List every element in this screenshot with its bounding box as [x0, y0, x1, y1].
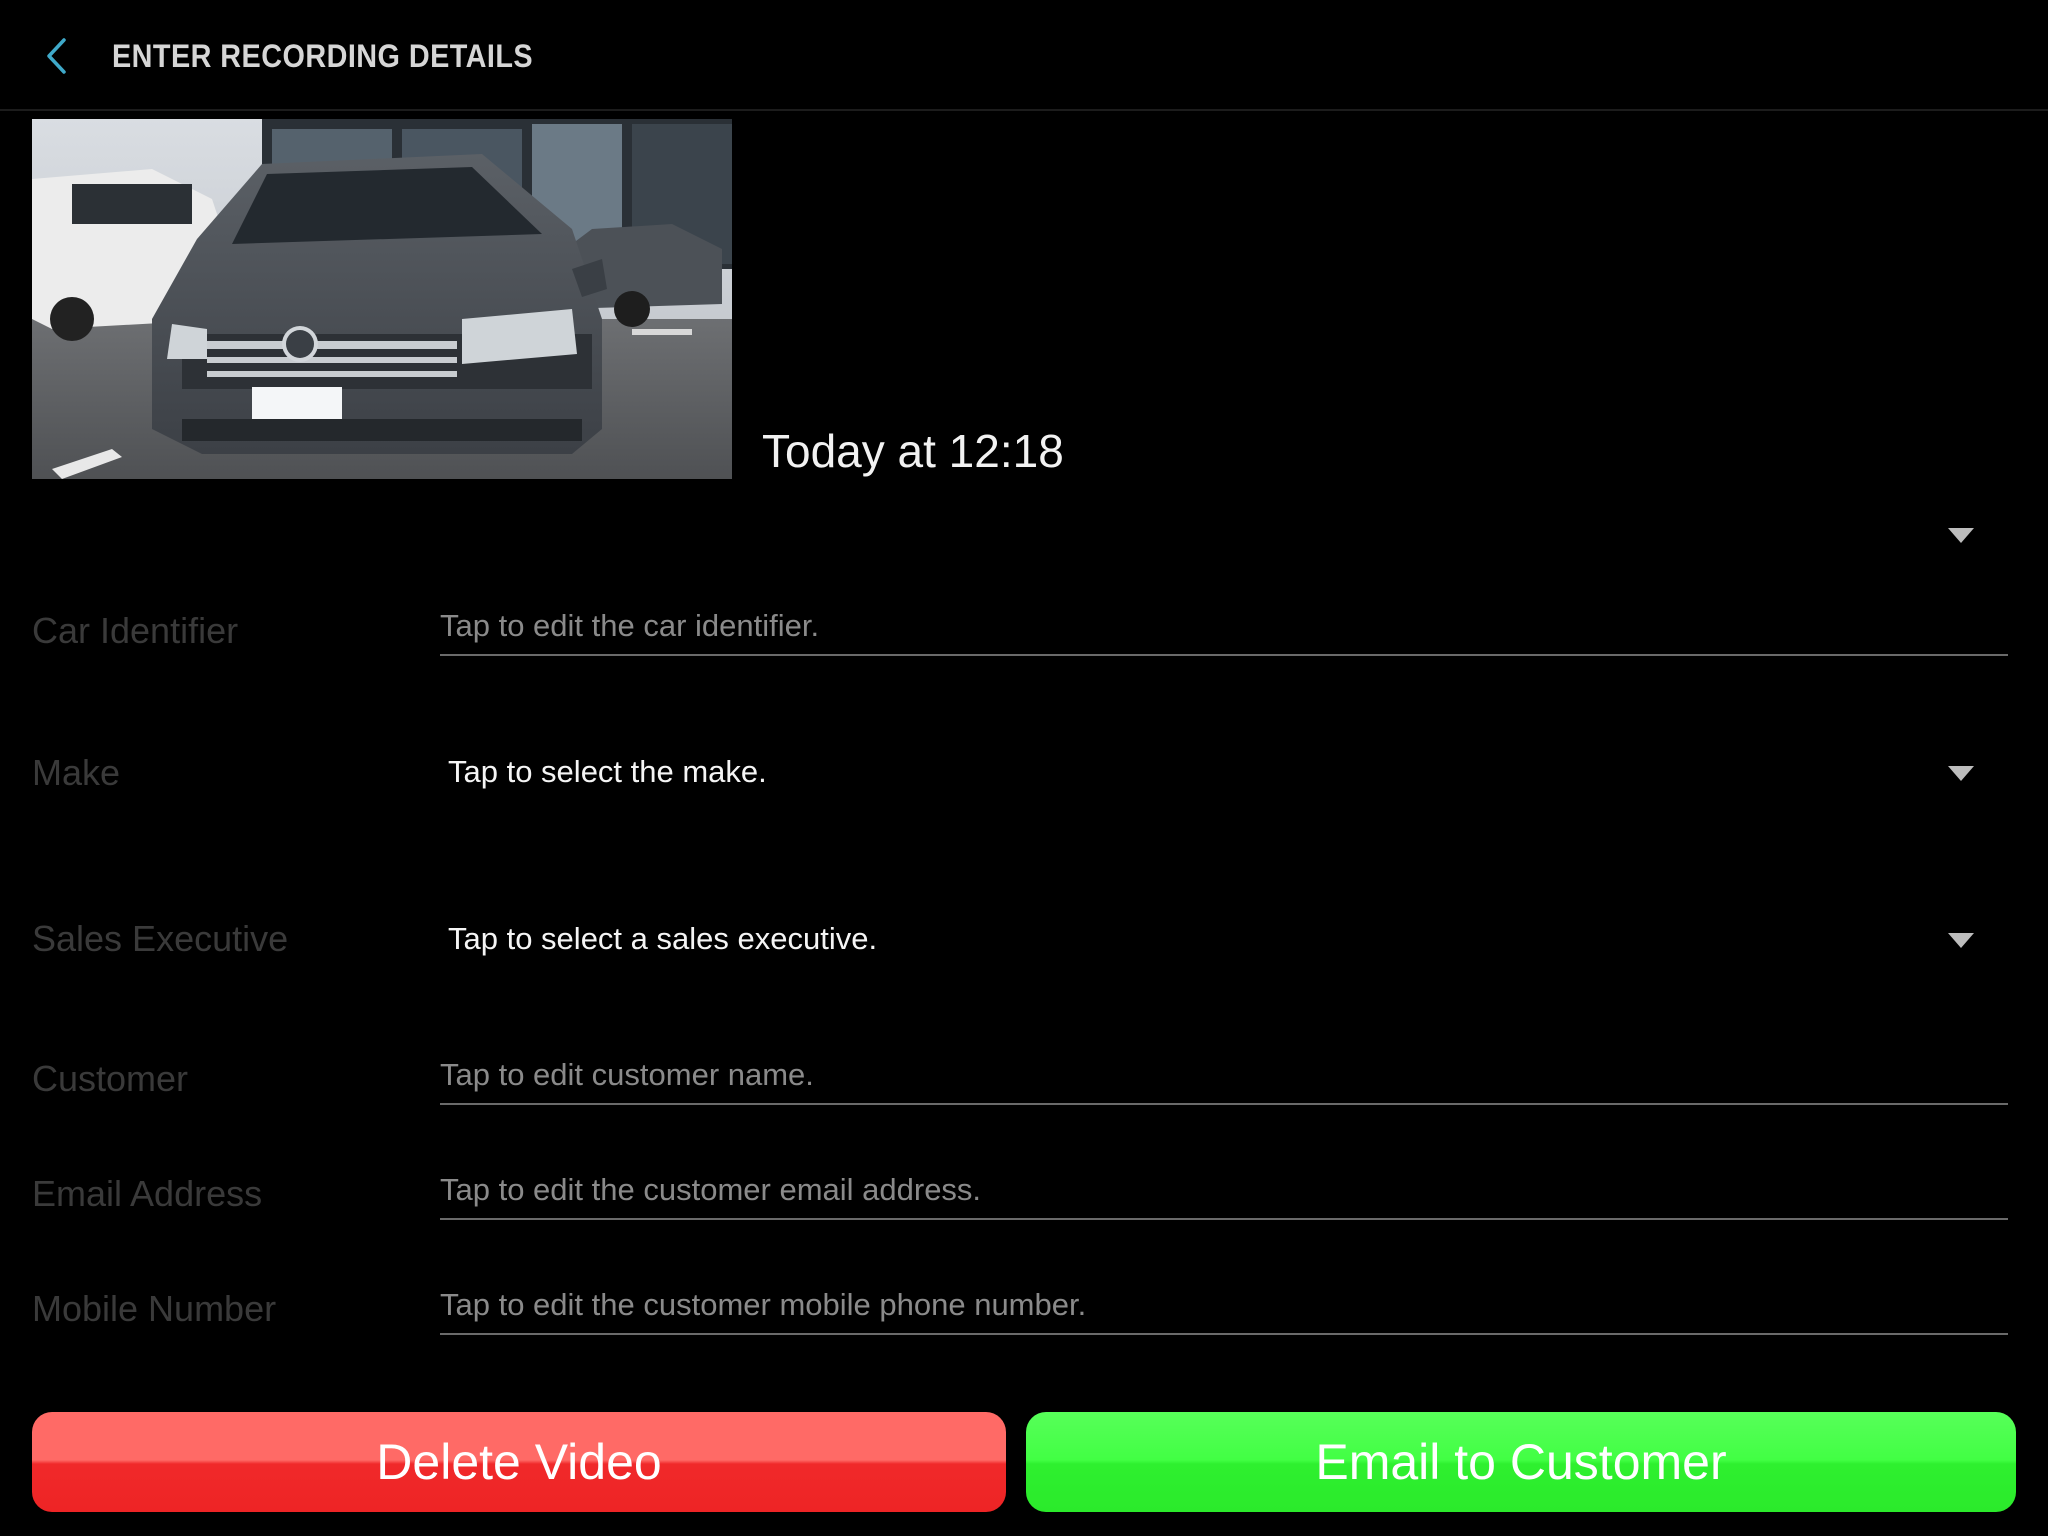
car-thumbnail-image	[32, 119, 732, 479]
details-expand-toggle[interactable]	[1948, 528, 1974, 543]
mobile-number-label: Mobile Number	[32, 1288, 277, 1329]
customer-label: Customer	[32, 1058, 189, 1099]
caret-down-icon	[1948, 528, 1974, 543]
delete-video-label: Delete Video	[376, 1434, 662, 1490]
back-button[interactable]	[34, 28, 78, 84]
email-address-label: Email Address	[32, 1173, 263, 1214]
customer-name-input[interactable]	[440, 1047, 2008, 1105]
app-header: ENTER RECORDING DETAILS	[0, 0, 2048, 111]
email-to-customer-label: Email to Customer	[1315, 1434, 1727, 1490]
email-address-input[interactable]	[440, 1162, 2008, 1220]
make-select[interactable]: Tap to select the make.	[440, 738, 2008, 808]
recording-timestamp: Today at 12:18	[762, 425, 1064, 477]
car-identifier-label: Car Identifier	[32, 610, 239, 651]
car-identifier-input[interactable]	[440, 598, 2008, 656]
sales-executive-label: Sales Executive	[32, 918, 289, 959]
email-to-customer-button[interactable]: Email to Customer	[1026, 1412, 2016, 1512]
delete-video-button[interactable]: Delete Video	[32, 1412, 1006, 1512]
sales-executive-select-value: Tap to select a sales executive.	[448, 921, 878, 956]
sales-executive-select[interactable]: Tap to select a sales executive.	[440, 905, 2008, 975]
page-title: ENTER RECORDING DETAILS	[112, 38, 534, 74]
chevron-left-icon	[47, 38, 66, 74]
caret-down-icon	[1948, 933, 1974, 948]
make-label: Make	[32, 752, 121, 793]
video-thumbnail[interactable]	[32, 119, 732, 479]
caret-down-icon	[1948, 766, 1974, 781]
make-select-value: Tap to select the make.	[448, 754, 767, 789]
mobile-number-input[interactable]	[440, 1277, 2008, 1335]
